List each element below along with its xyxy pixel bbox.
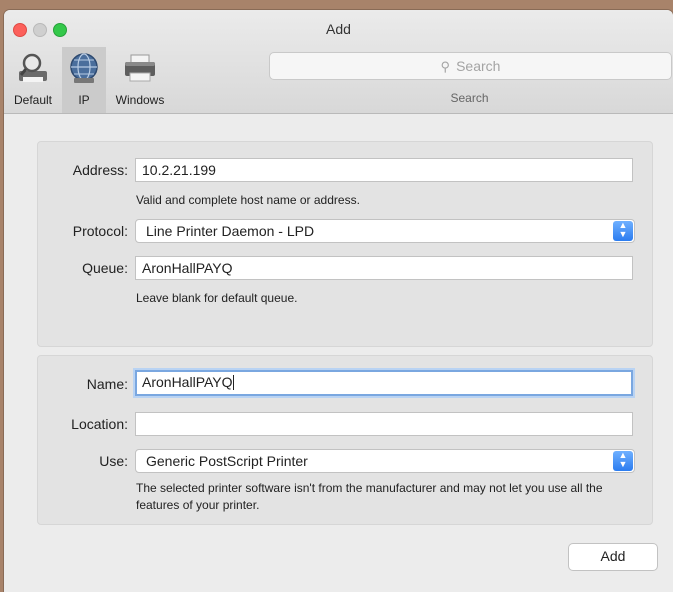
name-field[interactable]: AronHallPAYQ bbox=[135, 370, 633, 396]
search-placeholder: Search bbox=[456, 58, 501, 74]
search-caption: Search bbox=[450, 91, 489, 105]
name-label: Name: bbox=[86, 376, 128, 392]
search-input[interactable]: ⚲ Search bbox=[269, 52, 672, 80]
add-button[interactable]: Add bbox=[568, 543, 658, 571]
toolbar-item-default[interactable]: Default bbox=[4, 47, 62, 113]
text-cursor bbox=[232, 375, 234, 390]
toolbar-item-ip[interactable]: IP bbox=[62, 47, 106, 113]
location-field[interactable] bbox=[135, 412, 633, 436]
use-label: Use: bbox=[99, 453, 128, 469]
chevron-up-down-icon: ▲ ▼ bbox=[613, 451, 633, 471]
toolbar: Add Default IP Windows ⚲ Search Search bbox=[4, 10, 673, 114]
queue-field[interactable]: AronHallPAYQ bbox=[135, 256, 633, 280]
queue-label: Queue: bbox=[82, 260, 128, 276]
location-label: Location: bbox=[71, 416, 128, 432]
window-title: Add bbox=[326, 21, 351, 37]
printer-icon bbox=[125, 54, 155, 82]
address-field[interactable]: 10.2.21.199 bbox=[135, 158, 633, 182]
address-label: Address: bbox=[72, 162, 128, 178]
search-icon: ⚲ bbox=[440, 59, 451, 74]
toolbar-item-label: Default bbox=[13, 93, 53, 107]
name-value: AronHallPAYQ bbox=[142, 374, 233, 390]
toolbar-item-windows[interactable]: Windows bbox=[110, 47, 170, 113]
globe-icon bbox=[70, 53, 98, 83]
protocol-value: Line Printer Daemon - LPD bbox=[146, 223, 315, 239]
toolbar-item-label: Windows bbox=[115, 93, 165, 107]
address-hint: Valid and complete host name or address. bbox=[136, 193, 360, 207]
use-hint: The selected printer software isn't from… bbox=[136, 481, 603, 512]
toolbar-item-label: IP bbox=[78, 93, 90, 107]
queue-hint: Leave blank for default queue. bbox=[136, 291, 298, 305]
protocol-label: Protocol: bbox=[72, 223, 128, 239]
use-value: Generic PostScript Printer bbox=[146, 453, 308, 469]
connection-panel: Address: 10.2.21.199 Valid and complete … bbox=[37, 141, 653, 347]
add-printer-window: Add Default IP Windows ⚲ Search Search A… bbox=[4, 10, 673, 592]
magnifier-printer-icon bbox=[19, 53, 47, 82]
printer-panel: Name: AronHallPAYQ Location: Use: Generi… bbox=[37, 355, 653, 525]
protocol-select[interactable]: Line Printer Daemon - LPD ▲ ▼ bbox=[135, 219, 635, 243]
chevron-up-down-icon: ▲ ▼ bbox=[613, 221, 633, 241]
use-select[interactable]: Generic PostScript Printer ▲ ▼ bbox=[135, 449, 635, 473]
